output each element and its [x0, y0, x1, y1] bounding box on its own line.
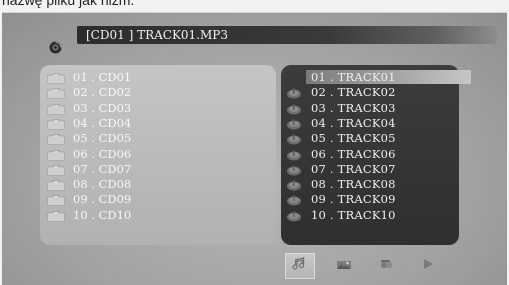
track-item[interactable]: 09 . TRACK09	[285, 192, 396, 206]
music-file-icon	[285, 209, 303, 222]
folder-item[interactable]: 10 . CD10	[47, 208, 131, 222]
manual-page: nazwę pliku jak niżm. [CD01 ] TRACK01.MP…	[0, 0, 509, 285]
media-tab-photo[interactable]	[329, 253, 359, 279]
folder-icon	[47, 86, 65, 99]
folder-item-label: 05 . CD05	[73, 131, 132, 146]
track-item-label: 02 . TRACK02	[311, 85, 396, 100]
music-file-icon	[285, 86, 303, 99]
disc-icon	[49, 41, 62, 54]
folder-icon	[47, 193, 65, 206]
track-item[interactable]: 03 . TRACK03	[285, 101, 396, 115]
music-note-icon	[290, 256, 310, 277]
folder-icon	[47, 71, 65, 84]
folder-item[interactable]: 02 . CD02	[47, 85, 131, 99]
track-item-label: 03 . TRACK03	[311, 100, 396, 115]
folder-item-label: 06 . CD06	[73, 146, 132, 161]
track-item-label: 04 . TRACK04	[311, 115, 396, 130]
track-item-label: 09 . TRACK09	[311, 192, 396, 207]
track-item-label: 01 . TRACK01	[311, 70, 396, 84]
track-item[interactable]: 01 . TRACK01	[285, 70, 396, 84]
folder-item[interactable]: 04 . CD04	[47, 116, 131, 130]
folder-item-label: 10 . CD10	[73, 207, 132, 222]
track-item[interactable]: 05 . TRACK05	[285, 131, 396, 145]
folder-item[interactable]: 03 . CD03	[47, 101, 131, 115]
music-file-icon	[285, 117, 303, 130]
folder-icon	[47, 117, 65, 130]
folder-item-label: 01 . CD01	[73, 70, 132, 84]
folder-icon	[47, 178, 65, 191]
folder-item[interactable]: 08 . CD08	[47, 177, 131, 191]
folder-item[interactable]: 05 . CD05	[47, 131, 131, 145]
folder-item[interactable]: 06 . CD06	[47, 147, 131, 161]
folder-item-label: 09 . CD09	[73, 192, 132, 207]
track-item[interactable]: 02 . TRACK02	[285, 85, 396, 99]
music-file-icon	[285, 132, 303, 145]
track-item[interactable]: 08 . TRACK08	[285, 177, 396, 191]
media-tab-video[interactable]	[371, 253, 401, 279]
track-item-label: 08 . TRACK08	[311, 177, 396, 192]
now-playing-filename: [CD01 ] TRACK01.MP3	[86, 28, 228, 42]
folder-item[interactable]: 07 . CD07	[47, 162, 131, 176]
track-item[interactable]: 04 . TRACK04	[285, 116, 396, 130]
folder-item-label: 08 . CD08	[73, 177, 132, 192]
music-file-icon	[285, 71, 303, 83]
music-file-icon	[285, 193, 303, 206]
track-item[interactable]: 10 . TRACK10	[285, 208, 396, 222]
video-icon	[376, 256, 396, 277]
track-item-label: 05 . TRACK05	[311, 131, 396, 146]
media-tab-music-note[interactable]	[285, 253, 315, 279]
music-file-icon	[285, 163, 303, 176]
play-icon	[418, 256, 438, 277]
track-item-label: 10 . TRACK10	[311, 207, 396, 222]
folder-item-label: 07 . CD07	[73, 161, 132, 176]
music-file-icon	[285, 148, 303, 160]
track-item-label: 06 . TRACK06	[311, 146, 396, 161]
media-type-tabs	[285, 253, 455, 281]
folder-item-label: 04 . CD04	[73, 115, 132, 130]
folder-item[interactable]: 09 . CD09	[47, 192, 131, 206]
folder-item-label: 03 . CD03	[73, 100, 132, 115]
folder-icon	[47, 209, 65, 221]
folder-item[interactable]: 01 . CD01	[47, 70, 131, 84]
folder-icon	[47, 163, 65, 176]
folder-icon	[47, 132, 65, 145]
track-item[interactable]: 06 . TRACK06	[285, 147, 396, 161]
track-list-panel[interactable]: 01 . TRACK01 02 . TRACK02 03 . TRACK03 04 .…	[281, 65, 471, 245]
caption-text: nazwę pliku jak niżm.	[2, 0, 135, 8]
photo-icon	[334, 256, 354, 277]
folder-icon	[47, 148, 65, 160]
folder-icon	[47, 102, 65, 114]
folder-item-label: 02 . CD02	[73, 85, 132, 100]
track-item-label: 07 . TRACK07	[311, 161, 396, 176]
media-tab-play[interactable]	[413, 253, 443, 279]
music-file-icon	[285, 102, 303, 115]
folder-list-panel[interactable]: 01 . CD01 02 . CD02 03 . CD03 04 . CD04 05 .…	[40, 65, 276, 245]
music-file-icon	[285, 178, 303, 191]
track-item[interactable]: 07 . TRACK07	[285, 162, 396, 176]
